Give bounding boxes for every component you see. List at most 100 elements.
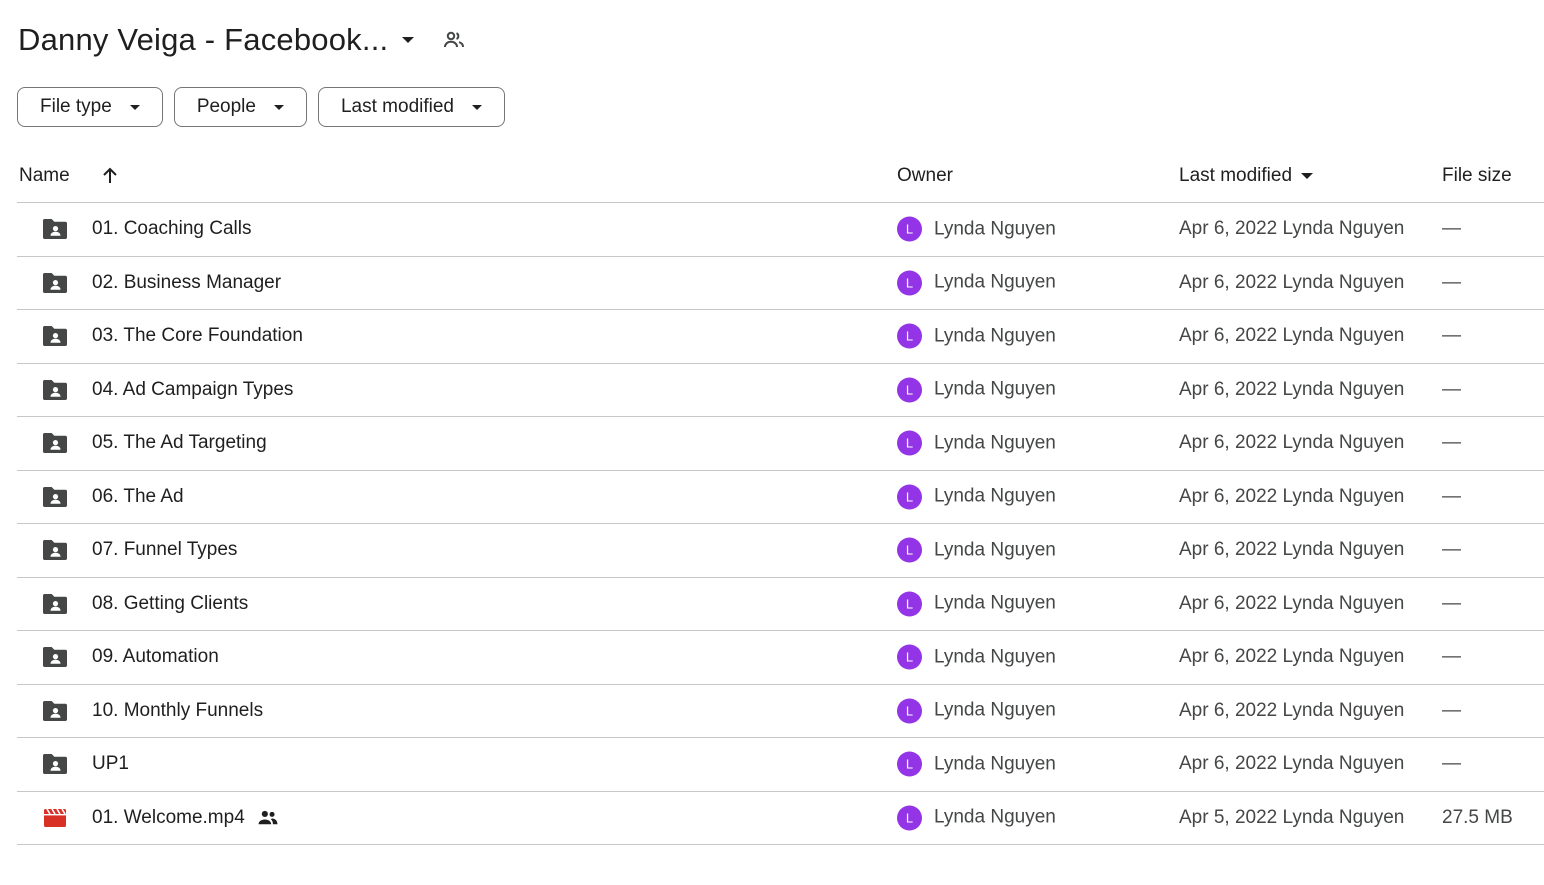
owner-cell: L Lynda Nguyen	[897, 591, 1056, 617]
file-name: 03. The Core Foundation	[92, 325, 303, 347]
owner-name: Lynda Nguyen	[934, 592, 1056, 614]
last-modified-cell: Apr 5, 2022 Lynda Nguyen	[1179, 806, 1405, 828]
avatar: L	[897, 537, 922, 563]
last-modified-cell: Apr 6, 2022 Lynda Nguyen	[1179, 699, 1405, 721]
file-name-cell: 06. The Ad	[92, 486, 184, 508]
file-name: 01. Welcome.mp4	[92, 806, 245, 828]
last-modified-cell: Apr 6, 2022 Lynda Nguyen	[1179, 325, 1405, 347]
shared-folder-icon	[41, 592, 69, 616]
shared-folder-icon	[41, 485, 69, 509]
file-size-cell: 27.5 MB	[1442, 806, 1513, 828]
table-row[interactable]: 09. Automation L Lynda Nguyen Apr 6, 2022 L…	[17, 631, 1544, 685]
last-modified-column-header[interactable]: Last modified	[1179, 165, 1314, 187]
file-name-cell: 10. Monthly Funnels	[92, 700, 263, 722]
owner-name: Lynda Nguyen	[934, 485, 1056, 507]
table-row[interactable]: 07. Funnel Types L Lynda Nguyen Apr 6, 2022…	[17, 524, 1544, 578]
file-list-header: Name Owner Last modified File size	[17, 150, 1544, 203]
table-row[interactable]: 06. The Ad L Lynda Nguyen Apr 6, 2022 Lynda…	[17, 471, 1544, 524]
filter-label: File type	[40, 96, 112, 117]
shared-folder-icon	[41, 752, 69, 776]
avatar: L	[897, 644, 922, 670]
file-size-column-header[interactable]: File size	[1442, 165, 1512, 187]
owner-column-header[interactable]: Owner	[897, 165, 953, 187]
avatar: L	[897, 805, 922, 831]
owner-name: Lynda Nguyen	[934, 325, 1056, 347]
dropdown-caret-icon	[472, 104, 482, 110]
file-size-cell: —	[1442, 753, 1461, 775]
file-list: Name Owner Last modified File size 01. C…	[17, 150, 1544, 845]
owner-name: Lynda Nguyen	[934, 806, 1056, 828]
shared-folder-icon	[41, 271, 69, 295]
video-file-icon	[41, 806, 69, 830]
file-size-cell: —	[1442, 432, 1461, 454]
owner-name: Lynda Nguyen	[934, 646, 1056, 668]
file-size-cell: —	[1442, 646, 1461, 668]
table-row[interactable]: 03. The Core Foundation L Lynda Nguyen Apr …	[17, 310, 1544, 364]
last-modified-cell: Apr 6, 2022 Lynda Nguyen	[1179, 271, 1405, 293]
file-size-cell: —	[1442, 539, 1461, 561]
last-modified-cell: Apr 6, 2022 Lynda Nguyen	[1179, 753, 1405, 775]
file-name-cell: 07. Funnel Types	[92, 539, 237, 561]
file-size-cell: —	[1442, 699, 1461, 721]
file-name-cell: 09. Automation	[92, 646, 219, 668]
sort-caret-icon	[1301, 173, 1314, 179]
table-row[interactable]: 04. Ad Campaign Types L Lynda Nguyen Apr 6,…	[17, 364, 1544, 417]
file-name: 07. Funnel Types	[92, 539, 238, 561]
shared-folder-icon	[41, 217, 69, 241]
filter-label: Last modified	[340, 96, 454, 117]
table-row[interactable]: 08. Getting Clients L Lynda Nguyen Apr 6, 2…	[17, 578, 1544, 631]
table-row[interactable]: UP1 L Lynda Nguyen Apr 6, 2022 Lynda Nguyen…	[17, 738, 1544, 792]
avatar: L	[897, 430, 922, 456]
avatar: L	[897, 698, 922, 724]
last-modified-cell: Apr 6, 2022 Lynda Nguyen	[1179, 592, 1405, 614]
file-size-cell: —	[1442, 271, 1461, 293]
owner-cell: L Lynda Nguyen	[897, 377, 1056, 403]
file-name-cell: 04. Ad Campaign Types	[92, 379, 293, 401]
last-modified-cell: Apr 6, 2022 Lynda Nguyen	[1179, 432, 1405, 454]
dropdown-caret-icon	[129, 104, 140, 110]
avatar: L	[897, 751, 922, 777]
file-name: 10. Monthly Funnels	[92, 699, 264, 721]
avatar: L	[897, 216, 922, 242]
page-header: Danny Veiga - Facebook...	[18, 18, 466, 62]
table-row[interactable]: 10. Monthly Funnels L Lynda Nguyen Apr 6, 2…	[17, 685, 1544, 738]
last-modified-cell: Apr 6, 2022 Lynda Nguyen	[1179, 539, 1405, 561]
name-column-header[interactable]: Name	[19, 165, 120, 187]
file-name: 08. Getting Clients	[92, 592, 249, 614]
owner-cell: L Lynda Nguyen	[897, 216, 1056, 242]
table-row[interactable]: 02. Business Manager L Lynda Nguyen Apr 6, …	[17, 257, 1544, 310]
file-type-filter[interactable]: File type	[17, 87, 163, 127]
last-modified-cell: Apr 6, 2022 Lynda Nguyen	[1179, 646, 1405, 668]
filter-bar: File type People Last modified	[17, 87, 505, 127]
last-modified-cell: Apr 6, 2022 Lynda Nguyen	[1179, 218, 1405, 240]
last-modified-cell: Apr 6, 2022 Lynda Nguyen	[1179, 378, 1405, 400]
folder-title[interactable]: Danny Veiga - Facebook...	[18, 22, 388, 58]
file-size-cell: —	[1442, 485, 1461, 507]
avatar: L	[897, 484, 922, 510]
dropdown-caret-icon[interactable]	[402, 37, 415, 43]
table-row[interactable]: 01. Welcome.mp4 L Lynda Nguyen Apr 5, 2022 …	[17, 792, 1544, 845]
people-icon[interactable]	[442, 28, 466, 52]
avatar: L	[897, 270, 922, 296]
table-row[interactable]: 05. The Ad Targeting L Lynda Nguyen Apr 6, …	[17, 417, 1544, 471]
owner-name: Lynda Nguyen	[934, 699, 1056, 721]
people-filter[interactable]: People	[173, 87, 307, 127]
shared-folder-icon	[41, 645, 69, 669]
file-name: 01. Coaching Calls	[92, 218, 252, 240]
file-name-cell: UP1	[92, 753, 129, 775]
table-row[interactable]: 01. Coaching Calls L Lynda Nguyen Apr 6, 20…	[17, 203, 1544, 257]
file-name-cell: 03. The Core Foundation	[92, 325, 303, 347]
owner-name: Lynda Nguyen	[934, 753, 1056, 775]
owner-name: Lynda Nguyen	[934, 378, 1056, 400]
file-name: 04. Ad Campaign Types	[92, 378, 294, 400]
owner-cell: L Lynda Nguyen	[897, 644, 1056, 670]
last-modified-cell: Apr 6, 2022 Lynda Nguyen	[1179, 485, 1405, 507]
owner-cell: L Lynda Nguyen	[897, 537, 1056, 563]
column-label: Name	[19, 165, 70, 186]
owner-cell: L Lynda Nguyen	[897, 484, 1056, 510]
file-rows: 01. Coaching Calls L Lynda Nguyen Apr 6, 20…	[17, 203, 1544, 845]
last-modified-filter[interactable]: Last modified	[317, 87, 505, 127]
arrow-up-icon[interactable]	[100, 166, 120, 186]
owner-cell: L Lynda Nguyen	[897, 805, 1056, 831]
file-name: 09. Automation	[92, 646, 219, 668]
